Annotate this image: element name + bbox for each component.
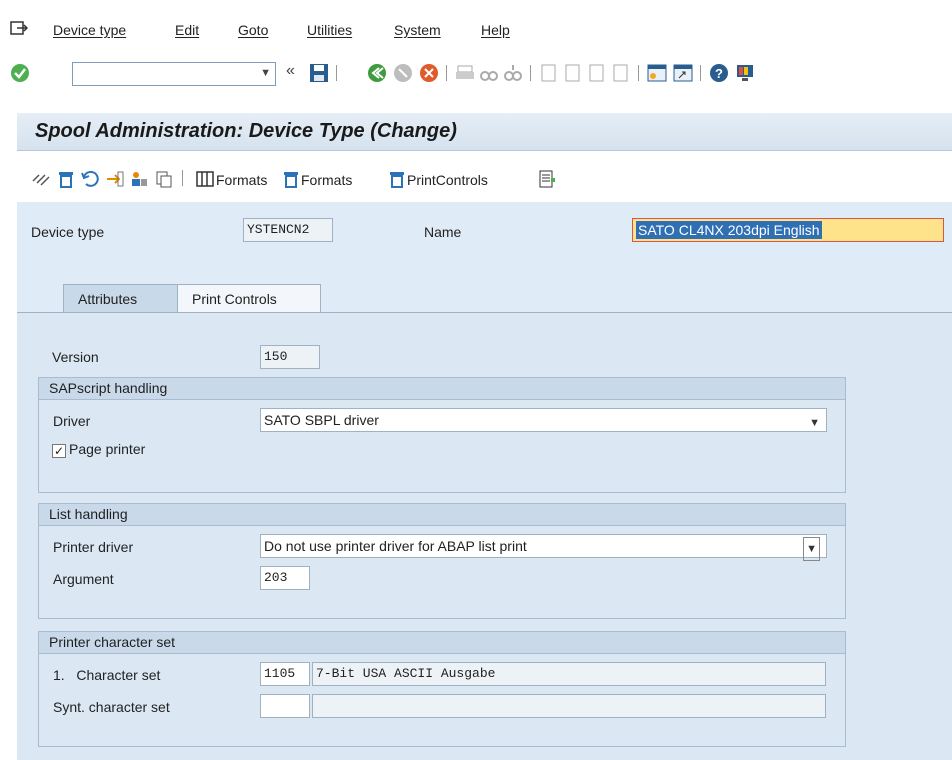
left-margin bbox=[0, 92, 17, 760]
argument-field[interactable]: 203 bbox=[260, 566, 310, 590]
driver-value: SATO SBPL driver bbox=[264, 412, 379, 428]
charset-group-title: Printer character set bbox=[39, 632, 845, 654]
name-field-value: SATO CL4NX 203dpi English bbox=[636, 221, 822, 239]
charset-description-field: 7-Bit USA ASCII Ausgabe bbox=[312, 662, 826, 686]
version-field[interactable]: 150 bbox=[260, 345, 320, 369]
device-type-label: Device type bbox=[31, 224, 105, 240]
synt-charset-code-field[interactable] bbox=[260, 694, 310, 718]
users-icon[interactable] bbox=[129, 169, 149, 189]
menu-help[interactable]: Help bbox=[481, 22, 510, 38]
save-icon[interactable] bbox=[308, 62, 330, 84]
print-icon[interactable] bbox=[454, 62, 476, 84]
device-type-field[interactable]: YSTENCN2 bbox=[243, 218, 333, 242]
driver-dropdown[interactable]: SATO SBPL driver ▼ bbox=[260, 408, 827, 432]
new-session-icon[interactable] bbox=[646, 62, 668, 84]
first-page-icon[interactable] bbox=[538, 62, 560, 84]
attributes-panel: Version 150 SAPscript handling Driver SA… bbox=[17, 312, 952, 760]
next-page-icon[interactable] bbox=[586, 62, 608, 84]
title-bar: Spool Administration: Device Type (Chang… bbox=[17, 113, 952, 151]
print-controls-button[interactable]: PrintControls bbox=[407, 172, 488, 188]
undo-icon[interactable] bbox=[80, 169, 100, 189]
formats-table-icon[interactable] bbox=[195, 169, 215, 189]
back-icon[interactable] bbox=[366, 62, 388, 84]
formats-button-1[interactable]: Formats bbox=[216, 172, 267, 188]
menu-edit[interactable]: Edit bbox=[175, 22, 199, 38]
sapscript-group: SAPscript handling Driver SATO SBPL driv… bbox=[38, 377, 846, 493]
list-handling-group-title: List handling bbox=[39, 504, 845, 526]
menu-system[interactable]: System bbox=[394, 22, 441, 38]
document-list-icon[interactable] bbox=[537, 169, 557, 189]
formats-delete-icon[interactable] bbox=[281, 169, 301, 189]
synt-charset-label: Synt. character set bbox=[53, 699, 170, 715]
header-area: Device type YSTENCN2 Name SATO CL4NX 203… bbox=[17, 202, 952, 272]
tab-print-controls-label: Print Controls bbox=[192, 291, 277, 307]
menu-goto[interactable]: Goto bbox=[238, 22, 268, 38]
exit-icon[interactable] bbox=[392, 62, 414, 84]
menu-device-type[interactable]: Device type bbox=[53, 22, 126, 38]
formats-button-2[interactable]: Formats bbox=[301, 172, 352, 188]
print-controls-delete-icon[interactable] bbox=[387, 169, 407, 189]
shortcut-icon[interactable] bbox=[672, 62, 694, 84]
name-label: Name bbox=[424, 224, 462, 240]
driver-label: Driver bbox=[53, 413, 91, 429]
tab-print-controls[interactable]: Print Controls bbox=[177, 284, 321, 314]
transport-icon[interactable] bbox=[105, 169, 125, 189]
sapscript-group-title: SAPscript handling bbox=[39, 378, 845, 400]
chevron-down-icon[interactable]: ▼ bbox=[809, 412, 820, 434]
delete-icon[interactable] bbox=[56, 169, 76, 189]
name-field[interactable]: SATO CL4NX 203dpi English bbox=[632, 218, 944, 242]
copy-icon[interactable] bbox=[154, 169, 174, 189]
help-icon[interactable]: ? bbox=[708, 62, 730, 84]
standard-toolbar: ▼ « ? bbox=[0, 56, 952, 92]
list-handling-group: List handling Printer driver Do not use … bbox=[38, 503, 846, 619]
tab-strip: Attributes Print Controls bbox=[17, 272, 952, 314]
tab-attributes-label: Attributes bbox=[78, 291, 138, 307]
printer-driver-value: Do not use printer driver for ABAP list … bbox=[264, 538, 527, 554]
page-title: Spool Administration: Device Type (Chang… bbox=[35, 120, 457, 142]
menu-utilities[interactable]: Utilities bbox=[307, 22, 352, 38]
menu-exit-icon[interactable] bbox=[10, 20, 28, 38]
command-field[interactable]: ▼ bbox=[72, 62, 276, 86]
tab-attributes[interactable]: Attributes bbox=[63, 284, 179, 314]
page-printer-checkbox[interactable]: ✓ bbox=[52, 444, 66, 458]
printer-driver-label: Printer driver bbox=[53, 539, 134, 555]
cancel-icon[interactable] bbox=[418, 62, 440, 84]
synt-charset-description-field bbox=[312, 694, 826, 718]
previous-page-icon[interactable] bbox=[562, 62, 584, 84]
printer-driver-dropdown[interactable]: Do not use printer driver for ABAP list … bbox=[260, 534, 827, 561]
last-page-icon[interactable] bbox=[610, 62, 632, 84]
chevron-down-icon[interactable]: ▼ bbox=[803, 537, 820, 561]
argument-label: Argument bbox=[53, 571, 114, 587]
find-icon[interactable] bbox=[478, 62, 500, 84]
version-label: Version bbox=[52, 349, 99, 365]
menu-bar: Device type Edit Goto Utilities System H… bbox=[0, 0, 952, 56]
charset-code-field[interactable]: 1105 bbox=[260, 662, 310, 686]
svg-text:?: ? bbox=[715, 66, 723, 81]
page-printer-label: Page printer bbox=[69, 441, 146, 457]
application-toolbar: Formats Formats PrintControls bbox=[17, 152, 952, 202]
chevron-down-icon[interactable]: ▼ bbox=[260, 67, 271, 79]
find-next-icon[interactable] bbox=[502, 62, 524, 84]
collapse-chevron-icon[interactable]: « bbox=[286, 62, 295, 80]
enter-check-icon[interactable] bbox=[9, 62, 31, 84]
customize-layout-icon[interactable] bbox=[734, 62, 756, 84]
charset-label: 1. Character set bbox=[53, 667, 161, 683]
other-object-icon[interactable] bbox=[31, 169, 51, 189]
charset-group: Printer character set 1. Character set 1… bbox=[38, 631, 846, 747]
